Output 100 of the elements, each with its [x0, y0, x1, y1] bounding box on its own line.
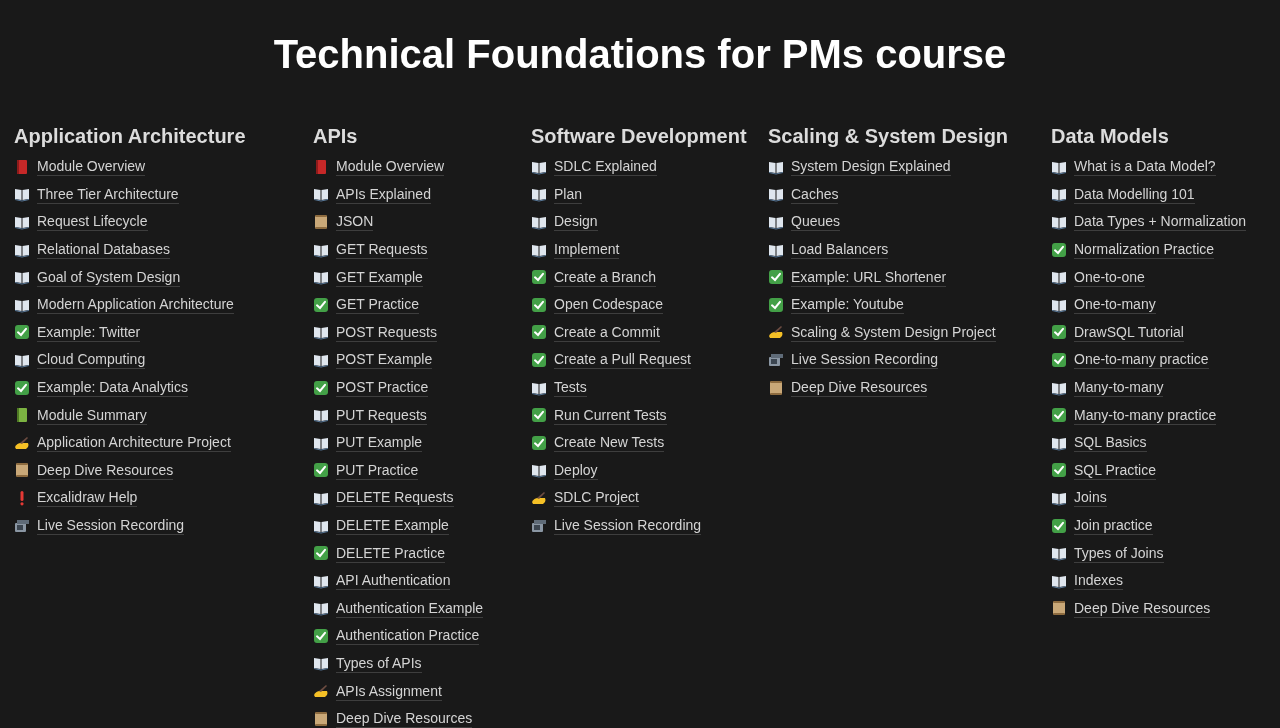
page-link[interactable]: Request Lifecycle — [37, 212, 148, 232]
page-link[interactable]: Deep Dive Resources — [336, 709, 473, 728]
open-book-icon — [313, 655, 329, 672]
page-link[interactable]: Open Codespace — [554, 295, 663, 315]
section-heading: Data Models — [1051, 124, 1170, 149]
page-link[interactable]: Modern Application Architecture — [37, 295, 234, 315]
page-link[interactable]: Example: Data Analytics — [37, 378, 188, 398]
section-heading: APIs — [313, 124, 359, 149]
page-link[interactable]: Deep Dive Resources — [1074, 598, 1211, 618]
page-link[interactable]: Example: Youtube — [791, 295, 904, 315]
page-link[interactable]: Create New Tests — [554, 433, 665, 453]
page-link[interactable]: Module Summary — [37, 405, 147, 425]
page-link[interactable]: Create a Commit — [554, 322, 660, 342]
page-link[interactable]: Authentication Example — [336, 598, 484, 618]
check-icon — [313, 462, 329, 479]
page-link[interactable]: One-to-one — [1074, 267, 1145, 287]
page-link[interactable]: One-to-many — [1074, 295, 1156, 315]
section-heading: Software Development — [531, 124, 748, 149]
page-link[interactable]: Live Session Recording — [37, 516, 185, 535]
closed-book-icon — [14, 407, 30, 424]
open-book-icon — [1051, 214, 1067, 230]
page-link[interactable]: Many-to-many practice — [1074, 405, 1217, 425]
page-link[interactable]: Types of APIs — [336, 654, 422, 673]
page-link[interactable]: Example: URL Shortener — [791, 267, 947, 287]
page-link[interactable]: Deep Dive Resources — [791, 378, 928, 398]
check-icon — [14, 379, 30, 396]
page-link[interactable]: DELETE Requests — [336, 488, 454, 508]
page-link[interactable]: Data Types + Normalization — [1074, 212, 1247, 232]
check-icon — [768, 296, 784, 313]
closed-book-icon — [14, 158, 30, 175]
page-link[interactable]: Join practice — [1074, 516, 1153, 535]
page-link[interactable]: SQL Basics — [1074, 433, 1147, 453]
check-icon — [531, 407, 547, 424]
page-link[interactable]: Deep Dive Resources — [37, 460, 174, 480]
check-icon — [531, 296, 547, 313]
page-link[interactable]: SQL Practice — [1074, 460, 1156, 480]
page-link[interactable]: POST Example — [336, 350, 433, 370]
page-link[interactable]: Types of Joins — [1074, 543, 1164, 563]
page-link[interactable]: APIs Explained — [336, 184, 431, 204]
page-link[interactable]: API Authentication — [336, 571, 451, 591]
page-link[interactable]: APIs Assignment — [336, 681, 442, 701]
check-icon — [531, 434, 547, 451]
page-link[interactable]: DrawSQL Tutorial — [1074, 322, 1184, 342]
page-link[interactable]: SDLC Explained — [554, 157, 657, 177]
page-link[interactable]: JSON — [336, 212, 374, 232]
page-link[interactable]: What is a Data Model? — [1074, 157, 1216, 177]
page-link[interactable]: DELETE Example — [336, 516, 449, 535]
page-link[interactable]: Authentication Practice — [336, 626, 480, 646]
page-link[interactable]: Cloud Computing — [37, 350, 146, 370]
check-icon — [531, 269, 547, 286]
page-link[interactable]: One-to-many practice — [1074, 350, 1209, 370]
page-link[interactable]: GET Practice — [336, 295, 419, 315]
check-icon — [531, 351, 547, 368]
page-link[interactable]: Design — [554, 212, 598, 232]
page-link[interactable]: PUT Practice — [336, 460, 419, 480]
page-link[interactable]: Queues — [791, 212, 841, 232]
page-link[interactable]: Indexes — [1074, 571, 1124, 591]
check-icon — [14, 324, 30, 341]
open-book-icon — [313, 324, 329, 341]
page-link[interactable]: Create a Pull Request — [554, 350, 691, 370]
page-link[interactable]: Three Tier Architecture — [37, 184, 179, 204]
page-link[interactable]: System Design Explained — [791, 157, 951, 177]
page-link[interactable]: Live Session Recording — [554, 516, 702, 535]
page-link[interactable]: Example: Twitter — [37, 322, 141, 342]
page-link[interactable]: Joins — [1074, 488, 1107, 508]
page-link[interactable]: Load Balancers — [791, 240, 889, 260]
page-link[interactable]: Module Overview — [37, 157, 146, 177]
page-link[interactable]: GET Requests — [336, 240, 428, 260]
page-link[interactable]: Goal of System Design — [37, 267, 181, 287]
page-link[interactable]: Create a Branch — [554, 267, 656, 287]
page-link[interactable]: Tests — [554, 378, 587, 398]
open-book-icon — [1051, 269, 1067, 286]
page-link[interactable]: SDLC Project — [554, 488, 639, 508]
page-link[interactable]: GET Example — [336, 267, 423, 287]
page-link[interactable]: Scaling & System Design Project — [791, 322, 996, 342]
page-link[interactable]: Plan — [554, 184, 583, 204]
page-link[interactable]: Excalidraw Help — [37, 488, 138, 508]
open-book-icon — [531, 214, 547, 230]
check-icon — [313, 379, 329, 396]
page-link[interactable]: Implement — [554, 240, 620, 260]
page-link[interactable]: Deploy — [554, 460, 598, 480]
check-icon — [531, 324, 547, 341]
page-link[interactable]: Live Session Recording — [791, 350, 939, 370]
page-link[interactable]: Caches — [791, 184, 839, 204]
closed-book-icon — [313, 158, 329, 175]
page-link[interactable]: Data Modelling 101 — [1074, 184, 1195, 204]
page-link[interactable]: Module Overview — [336, 157, 445, 177]
page-link[interactable]: Application Architecture Project — [37, 433, 231, 453]
page-link[interactable]: Normalization Practice — [1074, 240, 1215, 260]
page-link[interactable]: PUT Requests — [336, 405, 427, 425]
page-link[interactable]: DELETE Practice — [336, 543, 445, 563]
page-link[interactable]: POST Requests — [336, 322, 437, 342]
check-icon — [1051, 517, 1067, 534]
check-icon — [1051, 462, 1067, 479]
open-book-icon — [313, 600, 329, 617]
page-link[interactable]: POST Practice — [336, 378, 429, 398]
page-link[interactable]: Relational Databases — [37, 240, 171, 260]
page-link[interactable]: Many-to-many — [1074, 378, 1164, 398]
page-link[interactable]: PUT Example — [336, 433, 423, 453]
page-link[interactable]: Run Current Tests — [554, 405, 667, 425]
